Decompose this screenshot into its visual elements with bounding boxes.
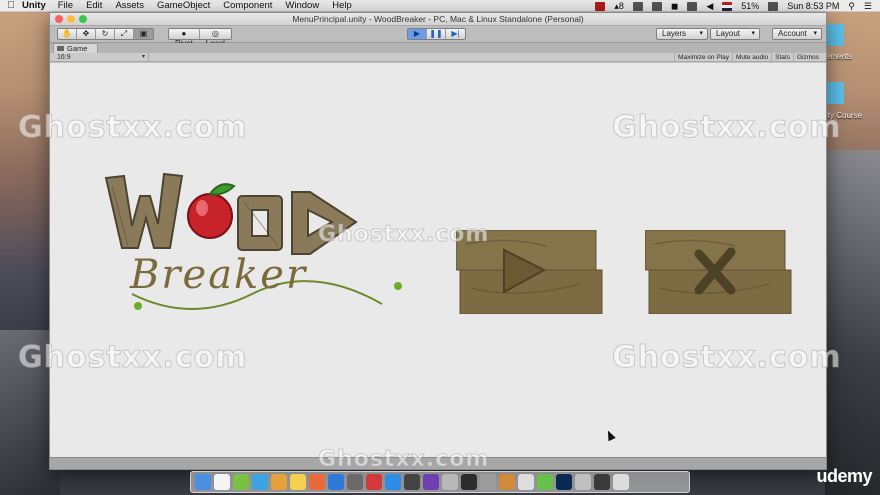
safari-icon[interactable] — [385, 474, 401, 490]
rect-tool-icon[interactable]: ▣ — [134, 29, 153, 39]
numbers-icon[interactable] — [309, 474, 325, 490]
minimize-icon[interactable] — [67, 15, 75, 23]
menu-app-unity[interactable]: Unity — [22, 0, 46, 11]
status-area: ▴8 ◼ ◀ 51% Sun 8:53 PM ⚲ ☰ — [595, 0, 872, 12]
mac-menubar:  Unity File Edit Assets GameObject Comp… — [0, 0, 880, 12]
mac-dock — [190, 471, 690, 493]
move-tool-icon[interactable]: ✥ — [77, 29, 96, 39]
battery-icon[interactable] — [768, 1, 779, 11]
airplay-icon[interactable] — [687, 1, 698, 11]
notes-icon[interactable] — [290, 474, 306, 490]
window-titlebar[interactable]: MenuPrincipal.unity - WoodBreaker - PC, … — [50, 13, 826, 26]
adobe-icon[interactable]: ▴8 — [614, 1, 624, 12]
menu-file[interactable]: File — [58, 0, 73, 11]
clock[interactable]: Sun 8:53 PM — [787, 1, 839, 11]
screen-app-icon[interactable] — [594, 474, 610, 490]
quit-button[interactable] — [644, 229, 793, 315]
close-icon — [644, 229, 792, 315]
maximize-icon[interactable] — [79, 15, 87, 23]
preview-icon[interactable] — [442, 474, 458, 490]
pivot-toggles: ● Pivot ◎ Local — [168, 28, 232, 48]
play-button[interactable] — [455, 229, 604, 315]
game-view[interactable]: Breaker — [50, 63, 826, 457]
unity-window: MenuPrincipal.unity - WoodBreaker - PC, … — [49, 12, 827, 470]
keynote-icon[interactable] — [347, 474, 363, 490]
notification-list-icon[interactable]: ☰ — [864, 1, 872, 12]
menu-assets[interactable]: Assets — [115, 0, 144, 11]
account-dropdown[interactable]: Account — [772, 28, 822, 40]
pencil-app-icon[interactable] — [518, 474, 534, 490]
window-status-bar — [50, 457, 826, 469]
photoshop-icon[interactable] — [556, 474, 572, 490]
desktop-folder-label: ements — [826, 52, 853, 61]
folder-app-icon[interactable] — [499, 474, 515, 490]
display-icon[interactable] — [651, 1, 662, 11]
play-icon — [455, 229, 603, 315]
record-icon[interactable] — [595, 1, 606, 11]
rotate-tool-icon[interactable]: ↻ — [96, 29, 115, 39]
playback-controls: ▶ ❚❚ ▶| — [407, 28, 466, 40]
menu-help[interactable]: Help — [332, 0, 352, 11]
play-icon[interactable]: ▶ — [408, 29, 427, 39]
step-icon[interactable]: ▶| — [446, 29, 465, 39]
dropbox-icon[interactable] — [632, 1, 643, 11]
panel-tabbar: Game — [50, 43, 826, 53]
messages-icon[interactable] — [233, 474, 249, 490]
stats-toggle[interactable]: Stats — [771, 53, 793, 62]
game-view-toolbar: 16:9 Maximize on Play Mute audio Stats G… — [50, 53, 826, 62]
mouse-cursor — [604, 428, 616, 442]
pivot-toggle-button[interactable]: ● Pivot — [169, 29, 200, 48]
terminal-icon[interactable] — [461, 474, 477, 490]
camtasia-icon[interactable] — [537, 474, 553, 490]
facetime-icon[interactable] — [252, 474, 268, 490]
window-title: MenuPrincipal.unity - WoodBreaker - PC, … — [292, 14, 584, 24]
apple-icon[interactable]:  — [0, 0, 22, 11]
udemy-logo: udemy — [816, 466, 872, 486]
menu-window[interactable]: Window — [285, 0, 319, 11]
window-controls — [55, 15, 87, 23]
unity-toolbar: ✋ ✥ ↻ ⤢ ▣ ● Pivot ◎ Local ▶ ❚❚ ▶| Layers… — [50, 26, 826, 48]
input-flag-icon[interactable] — [722, 1, 733, 11]
gizmos-dropdown[interactable]: Gizmos — [792, 53, 822, 62]
aspect-ratio-dropdown[interactable]: 16:9 — [53, 53, 149, 62]
maximize-on-play-toggle[interactable]: Maximize on Play — [674, 53, 732, 62]
desktop-folder-label: ity Course — [826, 111, 863, 120]
wifi-icon[interactable]: ◼ — [671, 1, 678, 12]
tab-game[interactable]: Game — [53, 43, 99, 53]
layers-dropdown[interactable]: Layers — [656, 28, 708, 40]
wood-letters-graphic — [104, 172, 402, 310]
calendar-icon[interactable] — [214, 474, 230, 490]
trash-icon[interactable] — [613, 474, 629, 490]
close-icon[interactable] — [55, 15, 63, 23]
game-view-options: Maximize on Play Mute audio Stats Gizmos — [674, 53, 822, 62]
pause-icon[interactable]: ❚❚ — [427, 29, 446, 39]
search-icon[interactable]: ⚲ — [848, 1, 855, 12]
scale-tool-icon[interactable]: ⤢ — [115, 29, 134, 39]
volume-icon[interactable]: ◀ — [706, 1, 713, 12]
transform-tools: ✋ ✥ ↻ ⤢ ▣ — [57, 28, 154, 40]
hand-tool-icon[interactable]: ✋ — [58, 29, 77, 39]
system-preferences-icon[interactable] — [480, 474, 496, 490]
battery-percent[interactable]: 51% — [741, 1, 759, 11]
disk-utility-icon[interactable] — [575, 474, 591, 490]
unity-icon[interactable] — [404, 474, 420, 490]
app-store-icon[interactable] — [328, 474, 344, 490]
finder-icon[interactable] — [195, 474, 211, 490]
menu-edit[interactable]: Edit — [86, 0, 102, 11]
logo-subtitle: Breaker — [130, 252, 308, 298]
desktop-rock-right — [825, 150, 880, 495]
layout-dropdown[interactable]: Layout — [710, 28, 760, 40]
itunes-icon[interactable] — [366, 474, 382, 490]
menu-gameobject[interactable]: GameObject — [157, 0, 210, 11]
woodbreaker-logo: Breaker — [102, 166, 422, 336]
visual-studio-icon[interactable] — [423, 474, 439, 490]
photos-icon[interactable] — [271, 474, 287, 490]
menu-component[interactable]: Component — [223, 0, 272, 11]
mute-audio-toggle[interactable]: Mute audio — [731, 53, 771, 62]
local-toggle-button[interactable]: ◎ Local — [200, 29, 231, 48]
